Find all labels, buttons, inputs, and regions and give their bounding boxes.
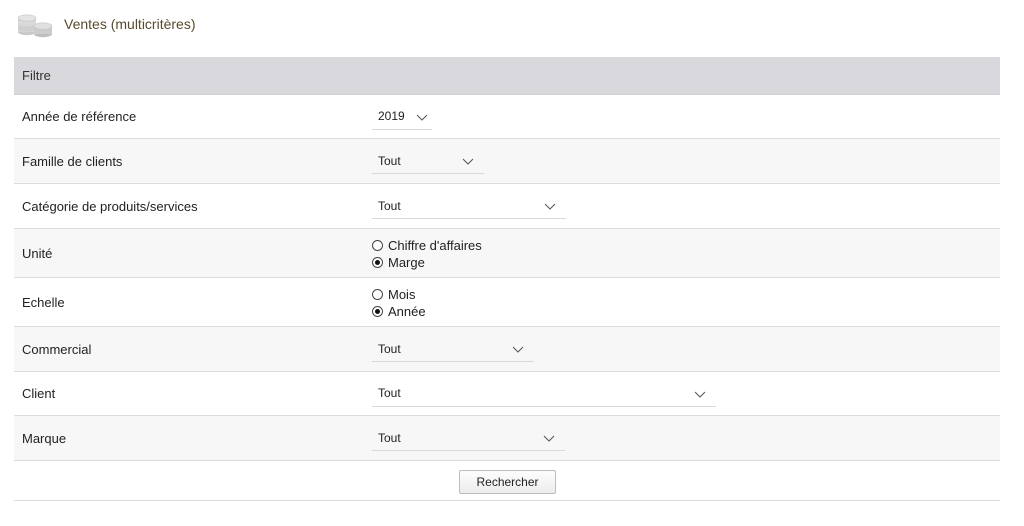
- row-label: Famille de clients: [22, 153, 123, 169]
- radio-label: Chiffre d'affaires: [388, 238, 482, 253]
- radio-button[interactable]: [372, 306, 383, 317]
- filter-actions: Rechercher: [14, 462, 1000, 501]
- row-label: Année de référence: [22, 109, 137, 124]
- chevron-down-icon: [544, 203, 556, 210]
- chevron-down-icon: [512, 346, 524, 353]
- coins-icon: [16, 10, 54, 38]
- select-value: Tout: [378, 430, 401, 445]
- chevron-down-icon: [694, 391, 706, 398]
- annee-reference-select[interactable]: 2019: [372, 104, 432, 130]
- commercial-select[interactable]: Tout: [372, 336, 534, 362]
- chevron-down-icon: [416, 114, 428, 121]
- row-field: Mois Année: [372, 278, 1000, 326]
- row-echelle: Echelle Mois Année: [14, 278, 1000, 327]
- echelle-radio-group: Mois Année: [372, 286, 426, 320]
- page-title: Ventes (multicritères): [64, 16, 196, 32]
- row-label: Unité: [22, 245, 53, 261]
- row-famille-clients: Famille de clients Tout: [14, 139, 1000, 184]
- select-value: Tout: [378, 198, 401, 213]
- radio-option-marge[interactable]: Marge: [372, 254, 482, 271]
- row-label: Echelle: [22, 294, 65, 310]
- filter-title: Filtre: [22, 68, 51, 83]
- row-marque: Marque Tout: [14, 416, 1000, 461]
- select-value: Tout: [378, 341, 401, 356]
- row-label: Commercial: [22, 341, 92, 357]
- row-client: Client Tout: [14, 372, 1000, 416]
- row-field: Tout: [372, 416, 1000, 460]
- unite-radio-group: Chiffre d'affaires Marge: [372, 237, 482, 271]
- row-field: Tout: [372, 372, 1000, 415]
- radio-label: Mois: [388, 287, 416, 302]
- categorie-produits-select[interactable]: Tout: [372, 193, 566, 219]
- radio-option-mois[interactable]: Mois: [372, 286, 426, 303]
- radio-button[interactable]: [372, 289, 383, 300]
- search-button[interactable]: Rechercher: [459, 470, 556, 494]
- marque-select[interactable]: Tout: [372, 425, 565, 451]
- radio-label: Marge: [388, 255, 425, 270]
- row-commercial: Commercial Tout: [14, 327, 1000, 372]
- row-field: Chiffre d'affaires Marge: [372, 229, 1000, 277]
- select-value: 2019: [378, 109, 405, 123]
- chevron-down-icon: [462, 158, 474, 165]
- row-annee-reference: Année de référence 2019: [14, 95, 1000, 139]
- famille-clients-select[interactable]: Tout: [372, 148, 484, 174]
- radio-option-annee[interactable]: Année: [372, 303, 426, 320]
- row-field: 2019: [372, 95, 1000, 138]
- client-select[interactable]: Tout: [372, 381, 716, 407]
- radio-button[interactable]: [372, 257, 383, 268]
- row-unite: Unité Chiffre d'affaires Marge: [14, 229, 1000, 278]
- select-value: Tout: [378, 153, 401, 168]
- row-field: Tout: [372, 139, 1000, 183]
- radio-option-chiffre-affaires[interactable]: Chiffre d'affaires: [372, 237, 482, 254]
- row-label: Catégorie de produits/services: [22, 198, 198, 214]
- row-categorie-produits: Catégorie de produits/services Tout: [14, 184, 1000, 229]
- radio-label: Année: [388, 304, 426, 319]
- row-label: Marque: [22, 430, 67, 446]
- page-header: Ventes (multicritères): [16, 10, 195, 38]
- filter-header: Filtre: [14, 57, 1000, 95]
- chevron-down-icon: [543, 435, 555, 442]
- radio-button[interactable]: [372, 240, 383, 251]
- row-label: Client: [22, 386, 56, 401]
- page: Ventes (multicritères) Filtre Année de r…: [0, 0, 1024, 526]
- filter-panel: Filtre Année de référence 2019 Famille d…: [14, 57, 1000, 461]
- row-field: Tout: [372, 184, 1000, 228]
- row-field: Tout: [372, 327, 1000, 371]
- select-value: Tout: [378, 386, 401, 400]
